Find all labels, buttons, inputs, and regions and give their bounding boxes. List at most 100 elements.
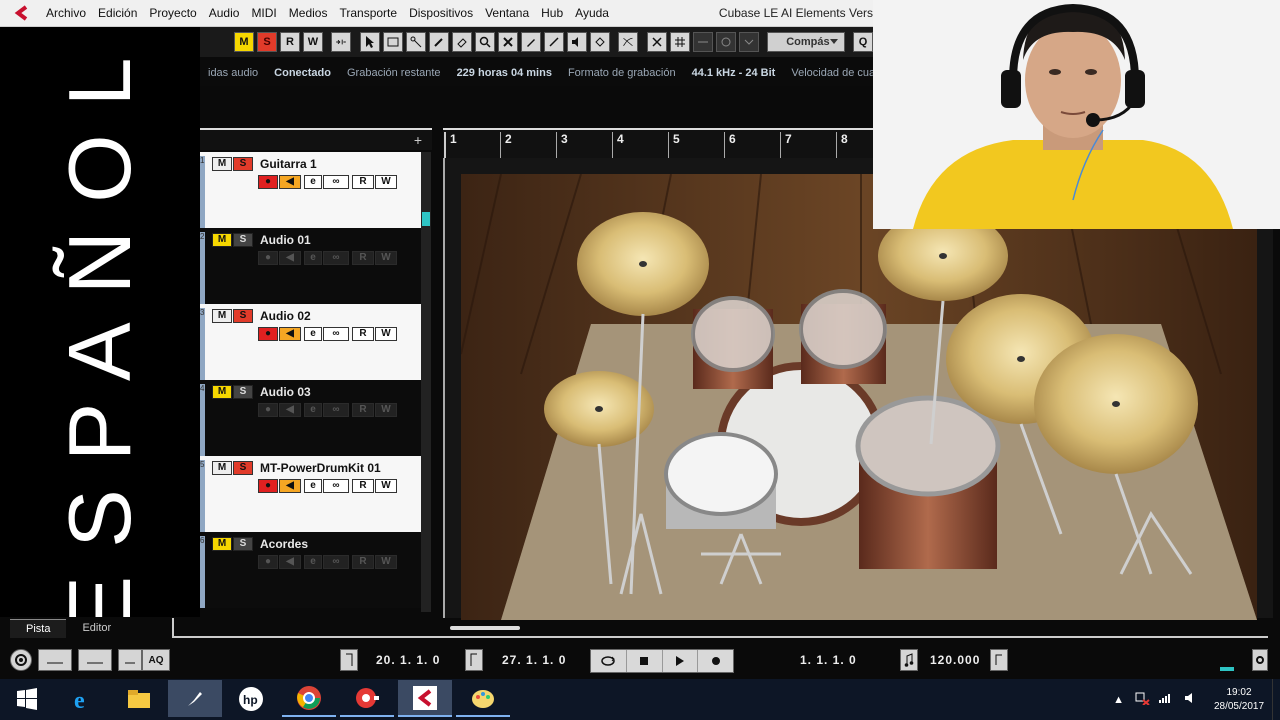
wifi-icon[interactable] [1154, 692, 1176, 707]
tab-pista[interactable]: Pista [10, 619, 67, 638]
track-monitor-button[interactable]: ◀ [279, 251, 301, 265]
track-read-button[interactable]: R [352, 479, 374, 493]
cycle-icon[interactable] [591, 650, 627, 672]
settings-icon[interactable] [10, 649, 32, 671]
track-read-button[interactable]: R [352, 555, 374, 569]
track-edit-button[interactable]: e [304, 403, 322, 417]
track-read-button[interactable]: R [352, 327, 374, 341]
menu-midi[interactable]: MIDI [245, 6, 282, 20]
track-name[interactable]: Audio 01 [260, 233, 311, 247]
menu-edicion[interactable]: Edición [92, 6, 143, 20]
track-edit-button[interactable]: e [304, 327, 322, 341]
cubase-logo-icon[interactable] [10, 2, 32, 24]
sync-icon[interactable] [990, 649, 1008, 671]
play-icon[interactable] [663, 650, 699, 672]
track-name[interactable]: MT-PowerDrumKit 01 [260, 461, 381, 475]
track-write-button[interactable]: W [375, 479, 397, 493]
color-tool-icon[interactable] [589, 32, 610, 52]
record-icon[interactable] [698, 650, 733, 672]
menu-ayuda[interactable]: Ayuda [569, 6, 615, 20]
track-name[interactable]: Audio 02 [260, 309, 311, 323]
track-solo-button[interactable]: S [233, 157, 253, 171]
track-mute-button[interactable]: M [212, 461, 232, 475]
track-mute-button[interactable]: M [212, 385, 232, 399]
line-tool-icon[interactable] [543, 32, 564, 52]
menu-medios[interactable]: Medios [283, 6, 334, 20]
track-row[interactable]: 5 M S MT-PowerDrumKit 01 ● ◀ e ∞ R W [200, 456, 421, 532]
volume-icon[interactable] [1176, 692, 1206, 707]
track-inserts-button[interactable]: ∞ [323, 175, 349, 189]
zoom-tool-icon[interactable] [474, 32, 495, 52]
file-explorer-icon[interactable] [112, 680, 166, 717]
track-read-button[interactable]: R [352, 403, 374, 417]
tab-editor[interactable]: Editor [66, 619, 127, 638]
track-edit-button[interactable]: e [304, 479, 322, 493]
track-row[interactable]: 3 M S Audio 02 ● ◀ e ∞ R W [200, 304, 421, 380]
track-row[interactable]: 6 M S Acordes ● ◀ e ∞ R W [200, 532, 421, 608]
menu-hub[interactable]: Hub [535, 6, 569, 20]
track-read-button[interactable]: R [352, 251, 374, 265]
track-monitor-button[interactable]: ◀ [279, 175, 301, 189]
show-desktop-button[interactable] [1272, 679, 1280, 720]
auto-punch-icon[interactable] [118, 649, 142, 671]
play-tool-icon[interactable] [566, 32, 587, 52]
track-edit-button[interactable]: e [304, 175, 322, 189]
track-inserts-button[interactable]: ∞ [323, 327, 349, 341]
track-solo-button[interactable]: S [233, 309, 253, 323]
track-mute-button[interactable]: M [212, 537, 232, 551]
track-row[interactable]: 4 M S Audio 03 ● ◀ e ∞ R W [200, 380, 421, 456]
transport-options-icon[interactable] [1252, 649, 1268, 671]
grid-icon[interactable] [669, 32, 690, 52]
track-solo-button[interactable]: S [233, 233, 253, 247]
track-record-enable-button[interactable]: ● [258, 403, 278, 417]
track-write-button[interactable]: W [375, 175, 397, 189]
track-list-scrollbar[interactable] [421, 152, 431, 612]
track-record-enable-button[interactable]: ● [258, 555, 278, 569]
track-monitor-button[interactable]: ◀ [279, 403, 301, 417]
object-selection-tool-icon[interactable] [359, 32, 380, 52]
track-inserts-button[interactable]: ∞ [323, 403, 349, 417]
snap-type-select[interactable]: Compás [767, 32, 845, 52]
grid-option-icon[interactable] [715, 32, 736, 52]
track-edit-button[interactable]: e [304, 251, 322, 265]
track-write-button[interactable]: W [375, 251, 397, 265]
internet-explorer-icon[interactable]: e [56, 680, 110, 717]
track-monitor-button[interactable]: ◀ [279, 555, 301, 569]
track-record-enable-button[interactable]: ● [258, 479, 278, 493]
grid-dropdown-icon[interactable] [738, 32, 759, 52]
clock[interactable]: 19:02 28/05/2017 [1206, 686, 1272, 714]
track-write-button[interactable]: W [375, 327, 397, 341]
track-record-enable-button[interactable]: ● [258, 327, 278, 341]
track-inserts-button[interactable]: ∞ [323, 555, 349, 569]
track-name[interactable]: Audio 03 [260, 385, 311, 399]
menu-archivo[interactable]: Archivo [40, 6, 92, 20]
windows-start-icon[interactable] [0, 680, 54, 717]
auto-quantize-button[interactable]: AQ [142, 649, 170, 671]
track-row[interactable]: 1 M S Guitarra 1 ● ◀ e ∞ R W [200, 152, 421, 228]
horizontal-scrollbar-thumb[interactable] [450, 626, 520, 630]
hp-icon[interactable]: hp [224, 680, 278, 717]
track-name[interactable]: Acordes [260, 537, 308, 551]
punch-out-icon[interactable] [78, 649, 112, 671]
track-monitor-button[interactable]: ◀ [279, 479, 301, 493]
stop-icon[interactable] [627, 650, 663, 672]
menu-dispositivos[interactable]: Dispositivos [403, 6, 479, 20]
global-write-button[interactable]: W [303, 32, 323, 52]
track-solo-button[interactable]: S [233, 461, 253, 475]
track-inserts-button[interactable]: ∞ [323, 251, 349, 265]
snap-to-zero-icon[interactable] [618, 32, 639, 52]
quantize-button[interactable]: Q [853, 32, 874, 52]
snap-icon[interactable] [646, 32, 667, 52]
track-edit-button[interactable]: e [304, 555, 322, 569]
menu-proyecto[interactable]: Proyecto [143, 6, 202, 20]
track-solo-button[interactable]: S [233, 385, 253, 399]
recorder-app-icon[interactable] [340, 680, 394, 717]
punch-in-icon[interactable] [38, 649, 72, 671]
track-solo-button[interactable]: S [233, 537, 253, 551]
track-record-enable-button[interactable]: ● [258, 251, 278, 265]
chrome-icon[interactable] [282, 680, 336, 717]
show-hidden-icons-icon[interactable]: ▲ [1107, 694, 1130, 706]
global-solo-button[interactable]: S [257, 32, 277, 52]
range-tool-icon[interactable] [382, 32, 403, 52]
track-monitor-button[interactable]: ◀ [279, 327, 301, 341]
